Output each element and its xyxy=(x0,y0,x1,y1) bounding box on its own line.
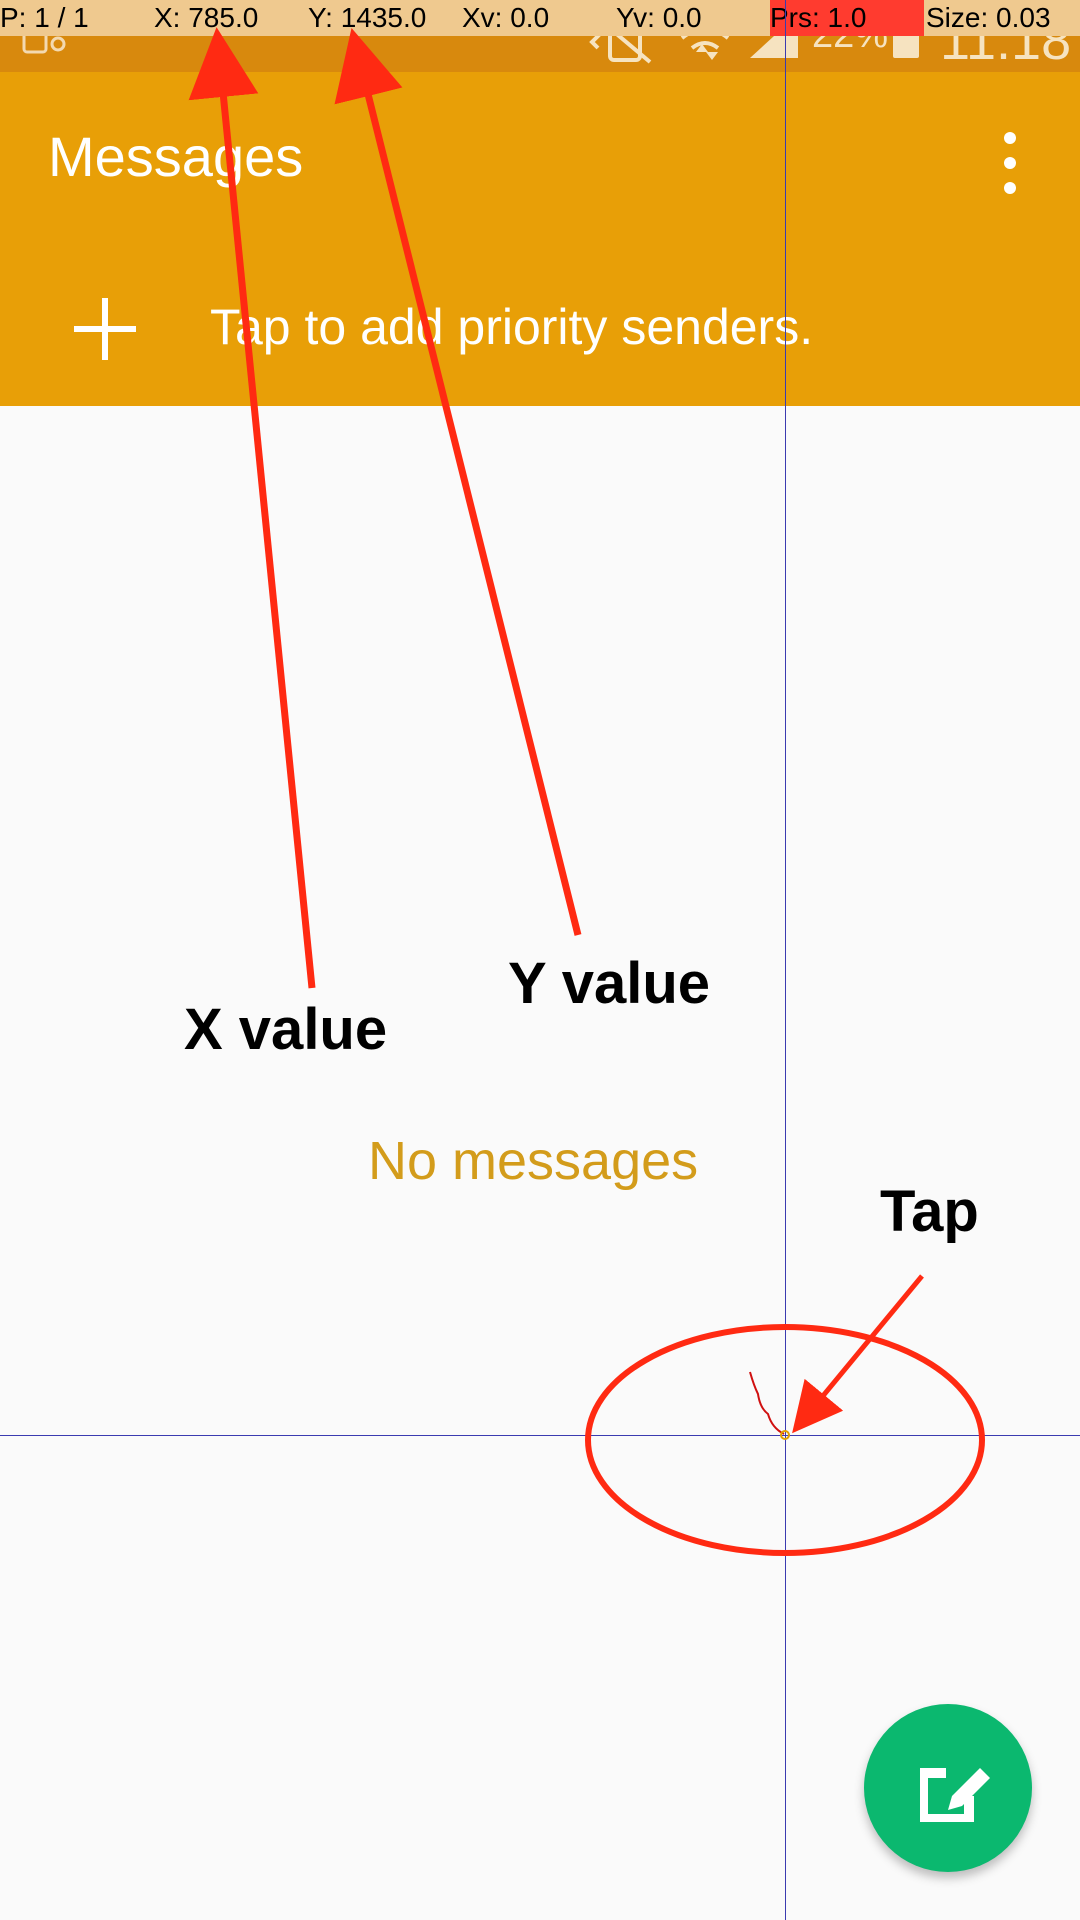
x-value-label: X value xyxy=(184,997,388,1062)
y-value-label: Y value xyxy=(508,951,711,1016)
touch-point xyxy=(780,1430,790,1440)
touch-trace xyxy=(749,1371,785,1435)
tap-arrow xyxy=(792,1274,924,1434)
tap-label: Tap xyxy=(880,1179,979,1244)
y-value-arrow xyxy=(334,28,582,936)
x-value-arrow xyxy=(188,27,316,989)
